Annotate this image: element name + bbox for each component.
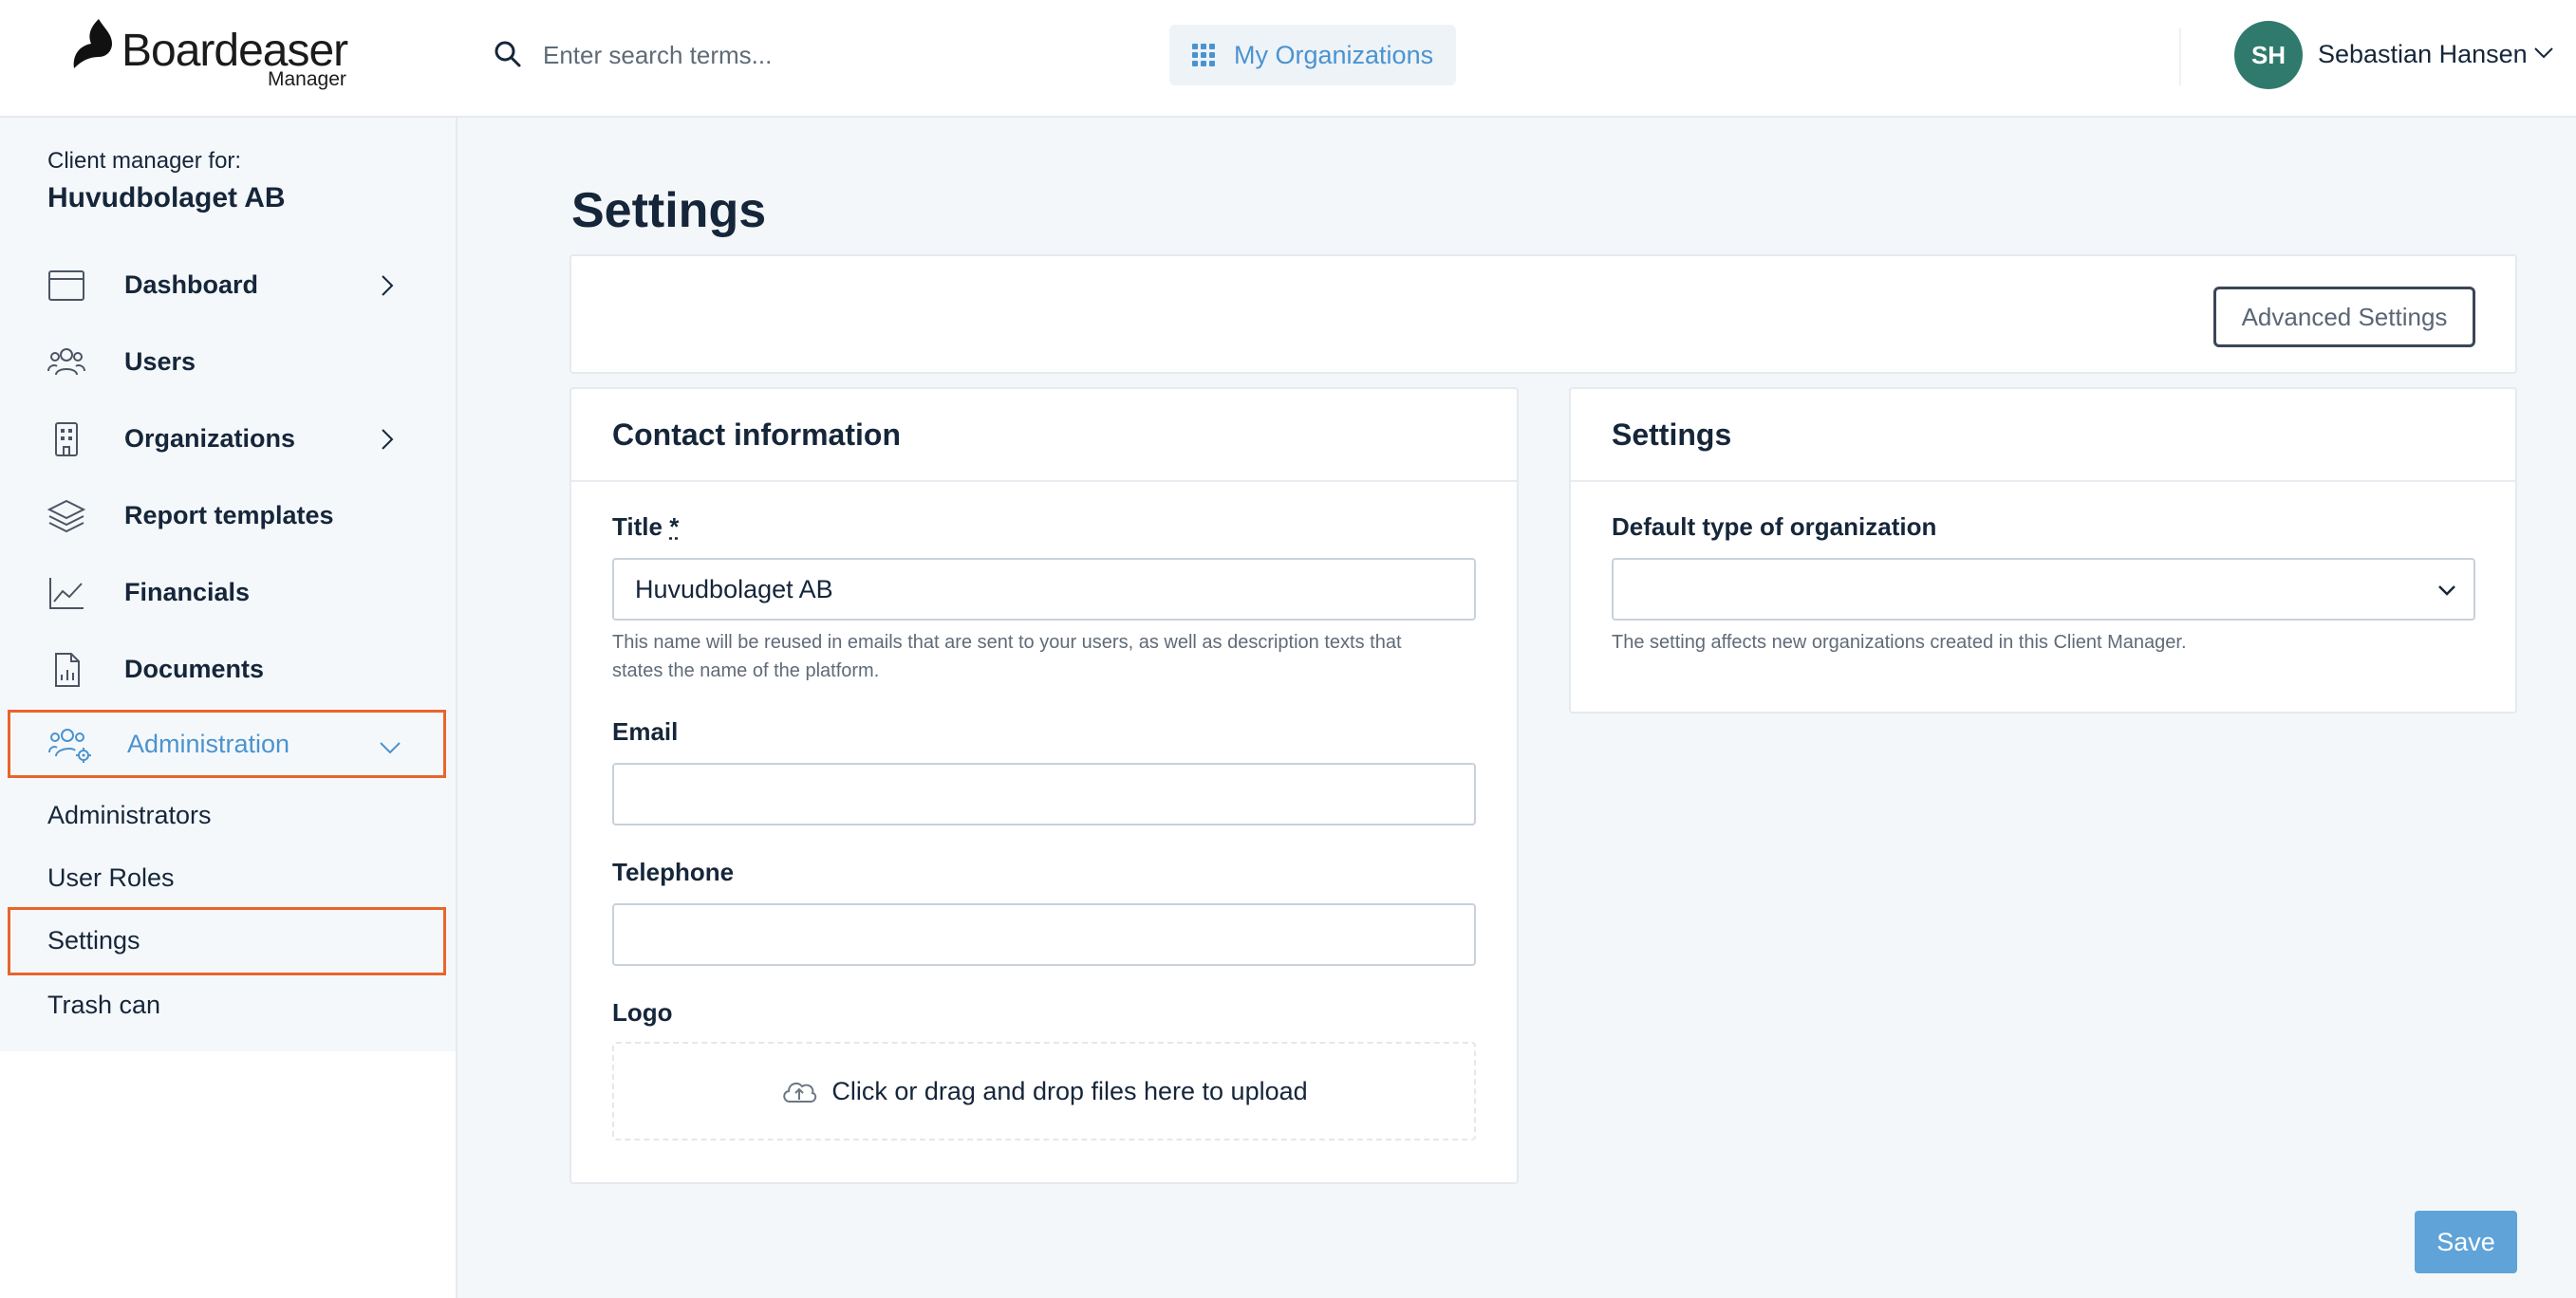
title-help-line-1: This name will be reused in emails that … bbox=[612, 632, 1402, 653]
contact-card-title: Contact information bbox=[612, 417, 901, 452]
layers-icon bbox=[47, 499, 85, 533]
sidebar-subitem-label: Settings bbox=[47, 926, 140, 955]
my-organizations-button[interactable]: My Organizations bbox=[1169, 25, 1456, 85]
default-type-help-text: The setting affects new organizations cr… bbox=[1612, 632, 2187, 653]
search-icon[interactable] bbox=[494, 40, 522, 68]
upload-text: Click or drag and drop files here to upl… bbox=[831, 1076, 1308, 1105]
avatar[interactable]: SH bbox=[2234, 21, 2303, 89]
chevron-down-icon bbox=[380, 742, 401, 754]
page-title: Settings bbox=[571, 183, 767, 238]
card-divider bbox=[571, 480, 1517, 482]
top-header: Boardeaser Manager My Organizations SH S… bbox=[0, 0, 2576, 118]
chevron-right-icon bbox=[382, 275, 394, 296]
users-icon bbox=[47, 348, 85, 376]
logo-upload-dropzone[interactable]: Click or drag and drop files here to upl… bbox=[612, 1042, 1476, 1140]
settings-card-title: Settings bbox=[1612, 417, 1732, 452]
sidebar-item-label: Organizations bbox=[124, 423, 296, 453]
grid-icon bbox=[1192, 44, 1215, 66]
sidebar-item-dashboard[interactable]: Dashboard bbox=[8, 250, 446, 319]
sidebar-item-documents[interactable]: Documents bbox=[8, 635, 446, 703]
title-field-label: Title * bbox=[612, 512, 679, 542]
sidebar-item-label: Administration bbox=[127, 729, 290, 758]
default-type-select[interactable] bbox=[1612, 558, 2475, 621]
title-input[interactable] bbox=[612, 558, 1476, 621]
boardeaser-logo[interactable]: Boardeaser Manager bbox=[70, 17, 355, 97]
title-help-text: This name will be reused in emails that … bbox=[612, 628, 1485, 685]
telephone-field-label: Telephone bbox=[612, 858, 735, 886]
telephone-input[interactable] bbox=[612, 903, 1476, 966]
chevron-down-icon bbox=[2438, 585, 2455, 596]
sidebar-subitem-label: Administrators bbox=[47, 801, 212, 829]
sidebar-subitem-label: Trash can bbox=[47, 991, 161, 1019]
building-icon bbox=[55, 422, 78, 456]
email-input[interactable] bbox=[612, 763, 1476, 825]
client-manager-label: Client manager for: bbox=[47, 148, 242, 174]
sidebar-item-administration[interactable]: Administration bbox=[8, 710, 446, 778]
sidebar: Client manager for: Huvudbolaget AB Dash… bbox=[0, 118, 457, 1298]
chevron-right-icon bbox=[382, 429, 394, 450]
sidebar-subitem-administrators[interactable]: Administrators bbox=[8, 782, 446, 850]
title-help-line-2: states the name of the platform. bbox=[612, 660, 880, 681]
header-divider bbox=[2179, 28, 2181, 85]
sidebar-item-users[interactable]: Users bbox=[8, 327, 446, 396]
chart-line-icon bbox=[49, 578, 84, 609]
sidebar-item-label: Documents bbox=[124, 654, 265, 683]
required-marker: * bbox=[669, 512, 680, 541]
search-input[interactable] bbox=[543, 30, 1074, 80]
save-button[interactable]: Save bbox=[2415, 1211, 2517, 1273]
sidebar-subitem-label: User Roles bbox=[47, 863, 175, 892]
sidebar-panel: Client manager for: Huvudbolaget AB Dash… bbox=[0, 118, 456, 1051]
sidebar-item-financials[interactable]: Financials bbox=[8, 558, 446, 626]
sidebar-item-label: Dashboard bbox=[124, 269, 259, 299]
default-type-field-label: Default type of organization bbox=[1612, 512, 1937, 541]
title-label-text: Title bbox=[612, 512, 663, 541]
sidebar-item-label: Report templates bbox=[124, 500, 334, 529]
client-name: Huvudbolaget AB bbox=[47, 182, 286, 213]
sidebar-item-label: Financials bbox=[124, 577, 251, 606]
cloud-upload-icon bbox=[783, 1082, 817, 1103]
brand-subtitle: Manager bbox=[268, 68, 346, 90]
user-name[interactable]: Sebastian Hansen bbox=[2318, 40, 2528, 69]
sidebar-item-label: Users bbox=[124, 346, 196, 376]
email-field-label: Email bbox=[612, 717, 679, 746]
boardeaser-logo-icon bbox=[73, 19, 112, 68]
sidebar-item-organizations[interactable]: Organizations bbox=[8, 404, 446, 473]
advanced-settings-button[interactable]: Advanced Settings bbox=[2213, 287, 2475, 347]
dashboard-icon bbox=[48, 270, 84, 301]
logo-field-label: Logo bbox=[612, 998, 673, 1027]
chevron-down-icon[interactable] bbox=[2532, 44, 2555, 63]
document-icon bbox=[55, 653, 80, 687]
my-organizations-label: My Organizations bbox=[1234, 40, 1434, 69]
admin-users-gear-icon bbox=[48, 729, 91, 763]
sidebar-subitem-trash-can[interactable]: Trash can bbox=[8, 972, 446, 1040]
sidebar-item-report-templates[interactable]: Report templates bbox=[8, 481, 446, 549]
sidebar-subitem-settings[interactable]: Settings bbox=[8, 907, 446, 975]
card-divider bbox=[1571, 480, 2515, 482]
sidebar-subitem-user-roles[interactable]: User Roles bbox=[8, 844, 446, 913]
